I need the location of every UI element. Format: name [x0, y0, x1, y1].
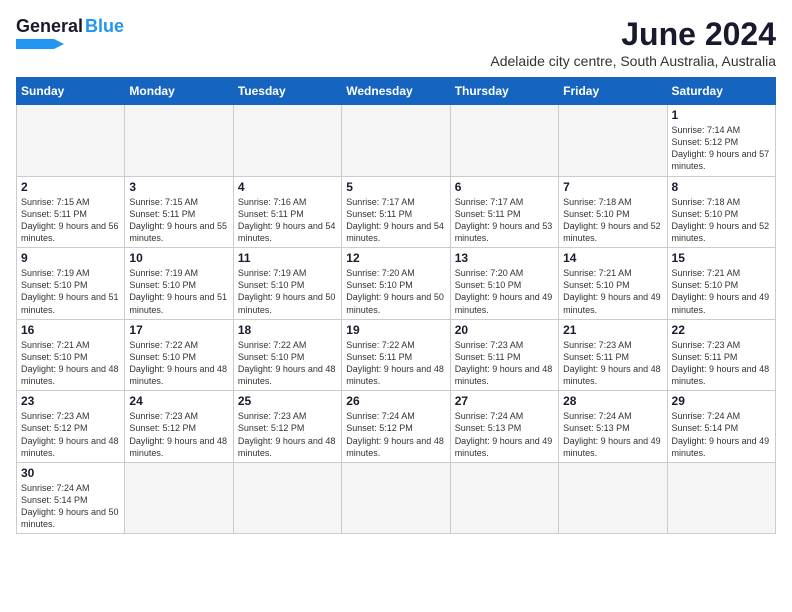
- logo-general: General: [16, 16, 83, 37]
- header-saturday: Saturday: [667, 78, 775, 105]
- day-10: 10 Sunrise: 7:19 AM Sunset: 5:10 PM Dayl…: [125, 248, 233, 320]
- day-1: 1 Sunrise: 7:14 AM Sunset: 5:12 PM Dayli…: [667, 105, 775, 177]
- header-monday: Monday: [125, 78, 233, 105]
- day-5: 5 Sunrise: 7:17 AM Sunset: 5:11 PM Dayli…: [342, 176, 450, 248]
- logo-shape-icon: [16, 39, 64, 49]
- empty-cell: [342, 462, 450, 534]
- logo-blue: Blue: [85, 16, 124, 37]
- day-23: 23 Sunrise: 7:23 AM Sunset: 5:12 PM Dayl…: [17, 391, 125, 463]
- day-8: 8 Sunrise: 7:18 AM Sunset: 5:10 PM Dayli…: [667, 176, 775, 248]
- empty-cell: [342, 105, 450, 177]
- day-16: 16 Sunrise: 7:21 AM Sunset: 5:10 PM Dayl…: [17, 319, 125, 391]
- day-11: 11 Sunrise: 7:19 AM Sunset: 5:10 PM Dayl…: [233, 248, 341, 320]
- header-wednesday: Wednesday: [342, 78, 450, 105]
- day-20: 20 Sunrise: 7:23 AM Sunset: 5:11 PM Dayl…: [450, 319, 558, 391]
- day-22: 22 Sunrise: 7:23 AM Sunset: 5:11 PM Dayl…: [667, 319, 775, 391]
- header-thursday: Thursday: [450, 78, 558, 105]
- calendar-row-3: 9 Sunrise: 7:19 AM Sunset: 5:10 PM Dayli…: [17, 248, 776, 320]
- header-friday: Friday: [559, 78, 667, 105]
- empty-cell: [233, 105, 341, 177]
- day-13: 13 Sunrise: 7:20 AM Sunset: 5:10 PM Dayl…: [450, 248, 558, 320]
- day-19: 19 Sunrise: 7:22 AM Sunset: 5:11 PM Dayl…: [342, 319, 450, 391]
- empty-cell: [559, 462, 667, 534]
- day-26: 26 Sunrise: 7:24 AM Sunset: 5:12 PM Dayl…: [342, 391, 450, 463]
- empty-cell: [125, 105, 233, 177]
- day-6: 6 Sunrise: 7:17 AM Sunset: 5:11 PM Dayli…: [450, 176, 558, 248]
- day-15: 15 Sunrise: 7:21 AM Sunset: 5:10 PM Dayl…: [667, 248, 775, 320]
- calendar-row-4: 16 Sunrise: 7:21 AM Sunset: 5:10 PM Dayl…: [17, 319, 776, 391]
- day-27: 27 Sunrise: 7:24 AM Sunset: 5:13 PM Dayl…: [450, 391, 558, 463]
- calendar-row-2: 2 Sunrise: 7:15 AM Sunset: 5:11 PM Dayli…: [17, 176, 776, 248]
- day-17: 17 Sunrise: 7:22 AM Sunset: 5:10 PM Dayl…: [125, 319, 233, 391]
- empty-cell: [667, 462, 775, 534]
- empty-cell: [559, 105, 667, 177]
- title-area: June 2024 Adelaide city centre, South Au…: [490, 16, 776, 69]
- day-14: 14 Sunrise: 7:21 AM Sunset: 5:10 PM Dayl…: [559, 248, 667, 320]
- page-header: General Blue June 2024 Adelaide city cen…: [16, 16, 776, 69]
- day-3: 3 Sunrise: 7:15 AM Sunset: 5:11 PM Dayli…: [125, 176, 233, 248]
- day-9: 9 Sunrise: 7:19 AM Sunset: 5:10 PM Dayli…: [17, 248, 125, 320]
- weekday-header-row: Sunday Monday Tuesday Wednesday Thursday…: [17, 78, 776, 105]
- day-28: 28 Sunrise: 7:24 AM Sunset: 5:13 PM Dayl…: [559, 391, 667, 463]
- empty-cell: [450, 105, 558, 177]
- day-2: 2 Sunrise: 7:15 AM Sunset: 5:11 PM Dayli…: [17, 176, 125, 248]
- location-title: Adelaide city centre, South Australia, A…: [490, 53, 776, 69]
- calendar-row-6: 30 Sunrise: 7:24 AM Sunset: 5:14 PM Dayl…: [17, 462, 776, 534]
- empty-cell: [125, 462, 233, 534]
- day-12: 12 Sunrise: 7:20 AM Sunset: 5:10 PM Dayl…: [342, 248, 450, 320]
- day-4: 4 Sunrise: 7:16 AM Sunset: 5:11 PM Dayli…: [233, 176, 341, 248]
- empty-cell: [17, 105, 125, 177]
- empty-cell: [233, 462, 341, 534]
- calendar-table: Sunday Monday Tuesday Wednesday Thursday…: [16, 77, 776, 534]
- logo: General Blue: [16, 16, 124, 49]
- month-title: June 2024: [490, 16, 776, 53]
- calendar-row-5: 23 Sunrise: 7:23 AM Sunset: 5:12 PM Dayl…: [17, 391, 776, 463]
- header-sunday: Sunday: [17, 78, 125, 105]
- calendar-row-1: 1 Sunrise: 7:14 AM Sunset: 5:12 PM Dayli…: [17, 105, 776, 177]
- day-24: 24 Sunrise: 7:23 AM Sunset: 5:12 PM Dayl…: [125, 391, 233, 463]
- day-18: 18 Sunrise: 7:22 AM Sunset: 5:10 PM Dayl…: [233, 319, 341, 391]
- day-21: 21 Sunrise: 7:23 AM Sunset: 5:11 PM Dayl…: [559, 319, 667, 391]
- day-30: 30 Sunrise: 7:24 AM Sunset: 5:14 PM Dayl…: [17, 462, 125, 534]
- header-tuesday: Tuesday: [233, 78, 341, 105]
- day-25: 25 Sunrise: 7:23 AM Sunset: 5:12 PM Dayl…: [233, 391, 341, 463]
- empty-cell: [450, 462, 558, 534]
- day-7: 7 Sunrise: 7:18 AM Sunset: 5:10 PM Dayli…: [559, 176, 667, 248]
- day-29: 29 Sunrise: 7:24 AM Sunset: 5:14 PM Dayl…: [667, 391, 775, 463]
